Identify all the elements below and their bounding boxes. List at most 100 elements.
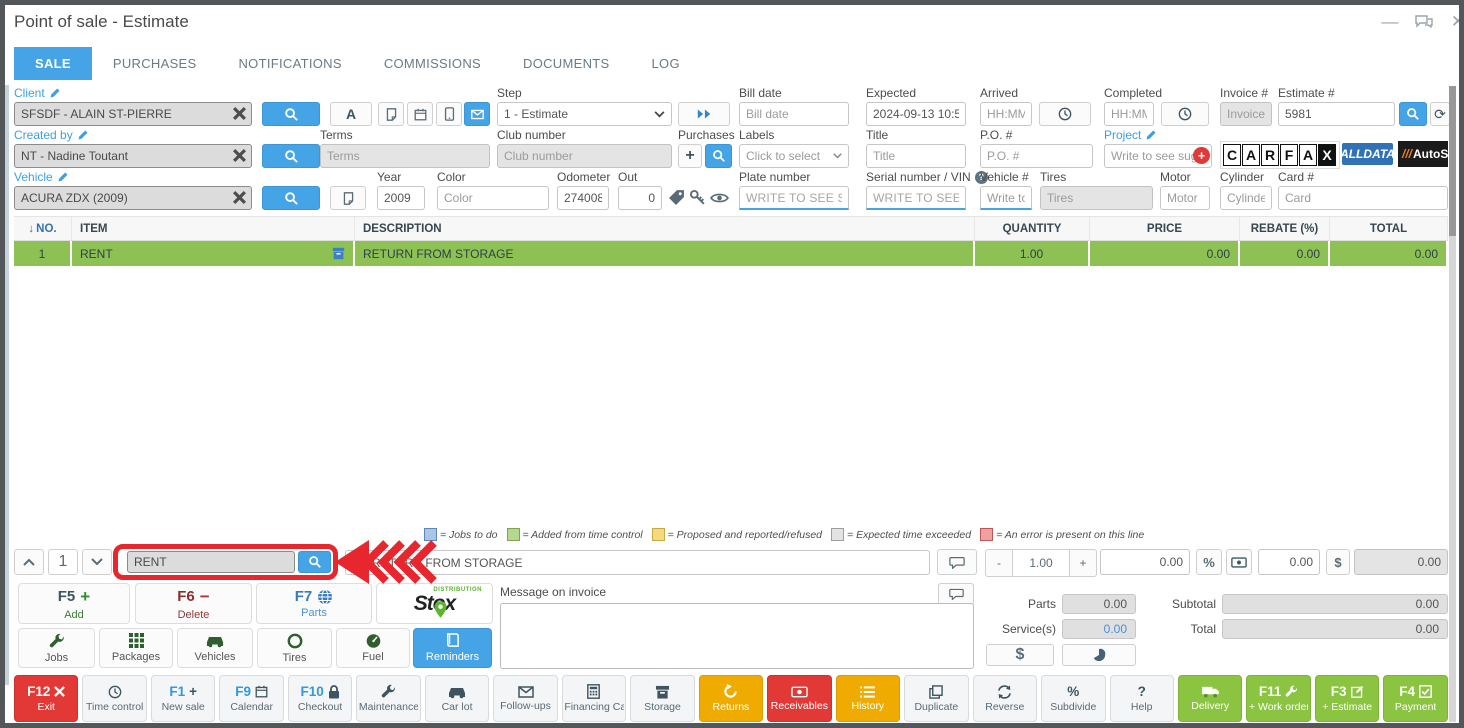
client-note-button[interactable] — [378, 102, 404, 126]
step-select[interactable]: 1 - Estimate — [497, 102, 672, 126]
new-estimate-button[interactable]: F3 + Estimate — [1314, 675, 1380, 722]
next-step-button[interactable] — [678, 102, 730, 126]
receivables-button[interactable]: Receivables — [767, 675, 832, 722]
created-by-input[interactable] — [14, 144, 252, 168]
checkout-button[interactable]: F10 Checkout — [287, 675, 353, 722]
fuel-button[interactable]: Fuel — [336, 628, 410, 668]
tag-icon[interactable] — [668, 189, 685, 206]
edit-pencil-icon[interactable] — [1145, 129, 1157, 141]
edit-pencil-icon[interactable] — [57, 171, 69, 183]
client-directory-button[interactable]: A — [330, 102, 372, 126]
storage-button[interactable]: Storage — [630, 675, 695, 722]
vin-input[interactable] — [866, 186, 966, 210]
tab-purchases[interactable]: PURCHASES — [92, 47, 218, 80]
line-price-input[interactable] — [1100, 549, 1190, 575]
title-input[interactable] — [866, 144, 966, 168]
eye-icon[interactable] — [710, 191, 729, 205]
line-down-button[interactable] — [82, 549, 112, 575]
calendar-button[interactable]: F9 Calendar — [219, 675, 284, 722]
client-calendar-button[interactable] — [407, 102, 433, 126]
vehicle-input[interactable] — [14, 186, 252, 210]
table-row[interactable]: 1 RENT RETURN FROM STORAGE 1.00 0.00 0.0… — [14, 241, 1448, 266]
estimate-number-input[interactable] — [1278, 102, 1395, 126]
tab-documents[interactable]: DOCUMENTS — [502, 47, 630, 80]
column-description[interactable]: DESCRIPTION — [355, 217, 975, 240]
tab-commissions[interactable]: COMMISSIONS — [363, 47, 502, 80]
time-control-button[interactable]: Time control — [82, 675, 147, 722]
odometer-input[interactable] — [557, 186, 609, 210]
dollar-toggle-button[interactable]: $ — [986, 644, 1054, 666]
autoserve-logo[interactable]: /// AutoSe — [1398, 141, 1448, 167]
labels-select[interactable]: Click to select — [739, 144, 849, 168]
clear-vehicle-icon[interactable] — [232, 190, 247, 205]
minimize-button[interactable]: — — [1378, 10, 1402, 34]
returns-button[interactable]: Returns — [698, 675, 764, 722]
client-email-button[interactable] — [464, 102, 490, 126]
dollar-button[interactable]: $ — [1326, 549, 1350, 575]
help-button[interactable]: ? Help — [1109, 675, 1174, 722]
column-rebate[interactable]: REBATE (%) — [1240, 217, 1330, 240]
delivery-button[interactable]: Delivery — [1177, 675, 1243, 722]
maintenances-button[interactable]: Maintenances — [356, 675, 421, 722]
vertical-scrollbar[interactable] — [1449, 86, 1456, 722]
completed-input[interactable] — [1104, 102, 1154, 126]
quantity-minus-button[interactable]: - — [985, 549, 1013, 577]
chat-button[interactable] — [1412, 10, 1436, 34]
subdivide-button[interactable]: % Subdivide — [1041, 675, 1106, 722]
tab-log[interactable]: LOG — [631, 47, 701, 80]
quantity-stepper[interactable]: - 1.00 + — [985, 549, 1097, 577]
clear-client-icon[interactable] — [232, 106, 247, 121]
close-button[interactable]: ✕ — [1446, 10, 1464, 34]
reminders-button[interactable]: Reminders — [413, 628, 492, 668]
packages-button[interactable]: Packages — [99, 628, 173, 668]
out-input[interactable] — [618, 186, 662, 210]
item-search-button[interactable] — [298, 551, 331, 573]
pie-chart-button[interactable] — [1062, 644, 1136, 666]
payment-button[interactable]: F4 Payment — [1383, 675, 1448, 722]
purchases-search-button[interactable] — [705, 144, 732, 168]
quantity-value[interactable]: 1.00 — [1013, 549, 1069, 577]
work-order-button[interactable]: F11 + Work order — [1246, 675, 1311, 722]
tires-button[interactable]: Tires — [257, 628, 332, 668]
stox-button[interactable]: DISTRIBUTION Stox — [376, 583, 493, 624]
quantity-plus-button[interactable]: + — [1069, 549, 1097, 577]
storage-icon[interactable] — [332, 247, 345, 260]
percent-button[interactable]: % — [1196, 549, 1222, 575]
refresh-button[interactable]: ⟳ — [1430, 102, 1450, 126]
carfax-logo[interactable]: CARFAX — [1220, 141, 1340, 169]
motor-input[interactable] — [1160, 186, 1210, 210]
column-quantity[interactable]: QUANTITY — [975, 217, 1090, 240]
line-rebate-input[interactable] — [1258, 549, 1320, 575]
column-item[interactable]: ITEM — [72, 217, 355, 240]
column-total[interactable]: TOTAL — [1330, 217, 1448, 240]
line-comment-button[interactable] — [937, 549, 977, 575]
delete-line-button[interactable]: F6− Delete — [135, 583, 252, 624]
bill-date-input[interactable] — [739, 102, 849, 126]
vehicle-note-button[interactable] — [330, 186, 366, 210]
expected-input[interactable] — [866, 102, 966, 126]
tab-sale[interactable]: SALE — [14, 47, 92, 80]
completed-clock-button[interactable] — [1161, 102, 1209, 126]
banknote-button[interactable] — [1226, 549, 1252, 575]
scrollbar-thumb[interactable] — [1449, 86, 1456, 236]
parts-button[interactable]: F7 Parts — [256, 583, 372, 624]
arrived-clock-button[interactable] — [1039, 102, 1091, 126]
client-mobile-button[interactable] — [436, 102, 462, 126]
car-lot-button[interactable]: Car lot — [424, 675, 490, 722]
add-line-button[interactable]: F5 + Add — [18, 583, 130, 624]
tab-notifications[interactable]: NOTIFICATIONS — [217, 47, 362, 80]
year-input[interactable] — [377, 186, 425, 210]
jobs-button[interactable]: Jobs — [18, 628, 95, 668]
color-input[interactable] — [437, 186, 549, 210]
edit-pencil-icon[interactable] — [49, 87, 61, 99]
column-price[interactable]: PRICE — [1090, 217, 1240, 240]
card-number-input[interactable] — [1278, 186, 1448, 210]
project-add-badge[interactable]: + — [1193, 147, 1210, 164]
client-search-button[interactable] — [262, 102, 320, 126]
arrived-input[interactable] — [980, 102, 1032, 126]
history-button[interactable]: History — [835, 675, 901, 722]
invoice-message-comment-button[interactable] — [938, 583, 974, 605]
exit-button[interactable]: F12 Exit — [14, 675, 79, 722]
alldata-logo[interactable]: ALLDATA — [1340, 143, 1395, 165]
cylinder-input[interactable] — [1220, 186, 1272, 210]
